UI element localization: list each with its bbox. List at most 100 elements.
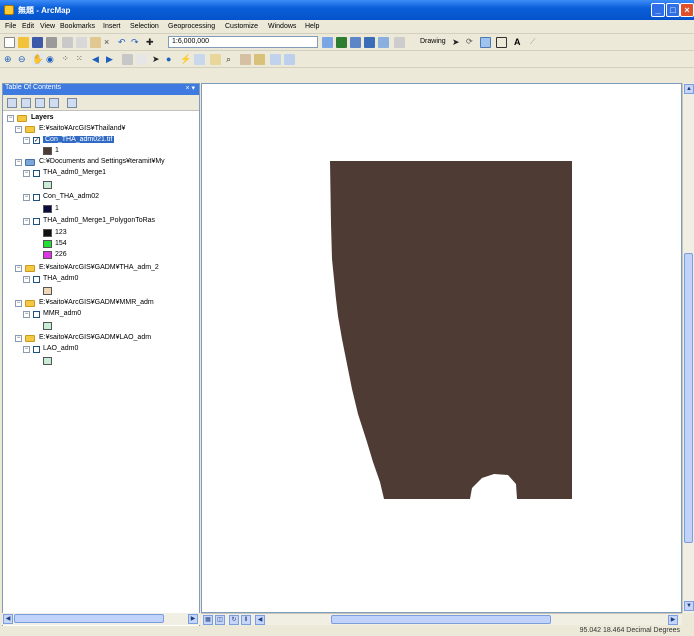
- layout-view-icon[interactable]: ▦: [203, 615, 213, 625]
- rectangle-icon[interactable]: [496, 37, 507, 48]
- layer-name-selected[interactable]: Con_THA_adm021.tif: [43, 136, 115, 143]
- layer-visibility-checkbox[interactable]: [33, 170, 40, 177]
- rotate-icon[interactable]: ⟳: [466, 37, 477, 48]
- layer-visibility-checkbox[interactable]: [33, 311, 40, 318]
- zoom-in-icon[interactable]: ⊕: [4, 54, 15, 65]
- menu-bookmarks[interactable]: Bookmarks: [60, 23, 95, 30]
- map-vertical-scrollbar[interactable]: ▲ ▼: [682, 83, 694, 613]
- group-expander[interactable]: −: [15, 335, 22, 342]
- new-document-icon[interactable]: [4, 37, 15, 48]
- toc-scroll-thumb[interactable]: [14, 614, 164, 623]
- maximize-button[interactable]: □: [666, 3, 680, 17]
- add-data-icon[interactable]: ✚: [146, 37, 157, 48]
- layer-visibility-checkbox[interactable]: [33, 276, 40, 283]
- list-by-drawing-order-icon[interactable]: [7, 98, 17, 108]
- data-frame-name[interactable]: Layers: [31, 114, 54, 121]
- find-icon[interactable]: [210, 54, 221, 65]
- vertical-scroll-thumb[interactable]: [684, 253, 693, 543]
- layer-name[interactable]: THA_adm0_Merge1_PolygonToRas: [43, 217, 155, 224]
- group-path[interactable]: E:¥saito¥ArcGIS¥Thailand¥: [39, 125, 125, 132]
- group-expander[interactable]: −: [15, 159, 22, 166]
- fixed-zoom-in-icon[interactable]: ⁘: [62, 54, 73, 65]
- menu-selection[interactable]: Selection: [130, 23, 159, 30]
- menu-windows[interactable]: Windows: [268, 23, 296, 30]
- clear-selection-icon[interactable]: [136, 54, 147, 65]
- html-popup-icon[interactable]: [194, 54, 205, 65]
- select-elements-icon[interactable]: ➤: [452, 37, 463, 48]
- menu-insert[interactable]: Insert: [103, 23, 121, 30]
- select-pointer-icon[interactable]: ➤: [152, 54, 163, 65]
- go-back-icon[interactable]: ◀: [92, 54, 103, 65]
- hyperlink-icon[interactable]: ⚡: [180, 54, 191, 65]
- toc-options-icon[interactable]: [67, 98, 77, 108]
- horizontal-scroll-thumb[interactable]: [331, 615, 551, 624]
- text-icon[interactable]: A: [514, 37, 525, 48]
- toc-scroll-right-icon[interactable]: ▶: [188, 614, 198, 624]
- layer-expander[interactable]: −: [23, 276, 30, 283]
- toc-horizontal-scrollbar[interactable]: ◀ ▶: [2, 613, 200, 625]
- layer-expander[interactable]: −: [23, 346, 30, 353]
- python-icon[interactable]: [394, 37, 405, 48]
- undo-icon[interactable]: ↶: [118, 37, 129, 48]
- go-forward-icon[interactable]: ▶: [106, 54, 117, 65]
- root-expander[interactable]: −: [7, 115, 14, 122]
- go-to-xy-icon[interactable]: [254, 54, 265, 65]
- table-icon[interactable]: [336, 37, 347, 48]
- editor-icon[interactable]: [322, 37, 333, 48]
- full-extent-icon[interactable]: ◉: [46, 54, 57, 65]
- group-path[interactable]: E:¥saito¥ArcGIS¥GADM¥THA_adm_2: [39, 264, 159, 271]
- layer-visibility-checkbox[interactable]: ✓: [33, 137, 40, 144]
- group-expander[interactable]: −: [15, 300, 22, 307]
- copy-icon[interactable]: [76, 37, 87, 48]
- map-scale-field[interactable]: 1:6,000,000: [168, 36, 318, 48]
- save-icon[interactable]: [32, 37, 43, 48]
- list-by-visibility-icon[interactable]: [35, 98, 45, 108]
- pause-drawing-icon[interactable]: Ⅱ: [241, 615, 251, 625]
- identify-icon[interactable]: ●: [166, 54, 177, 65]
- scroll-left-icon[interactable]: ◀: [255, 615, 265, 625]
- measure-icon[interactable]: [270, 54, 281, 65]
- menu-geoprocessing[interactable]: Geoprocessing: [168, 23, 215, 30]
- pan-icon[interactable]: ✋: [32, 54, 43, 65]
- print-icon[interactable]: [46, 37, 57, 48]
- drawing-menu[interactable]: Drawing: [420, 38, 446, 45]
- menu-file[interactable]: File: [5, 23, 16, 30]
- layer-visibility-checkbox[interactable]: [33, 346, 40, 353]
- menu-view[interactable]: View: [40, 23, 55, 30]
- delete-icon[interactable]: ×: [104, 37, 115, 48]
- route-icon[interactable]: [240, 54, 251, 65]
- layer-name[interactable]: THA_adm0_Merge1: [43, 169, 106, 176]
- minimize-button[interactable]: _: [651, 3, 665, 17]
- group-path[interactable]: E:¥saito¥ArcGIS¥GADM¥MMR_adm: [39, 299, 154, 306]
- list-by-source-icon[interactable]: [21, 98, 31, 108]
- redo-icon[interactable]: ↷: [131, 37, 142, 48]
- data-view-icon[interactable]: ◫: [215, 615, 225, 625]
- layer-name[interactable]: LAO_adm0: [43, 345, 78, 352]
- layer-visibility-checkbox[interactable]: [33, 194, 40, 201]
- layer-expander[interactable]: −: [23, 311, 30, 318]
- group-path[interactable]: C:¥Documents and Settings¥teramit¥My: [39, 158, 165, 165]
- menu-edit[interactable]: Edit: [22, 23, 34, 30]
- layer-name[interactable]: THA_adm0: [43, 275, 78, 282]
- zoom-out-icon[interactable]: ⊖: [18, 54, 29, 65]
- layer-expander[interactable]: −: [23, 218, 30, 225]
- refresh-icon[interactable]: ↻: [229, 615, 239, 625]
- scroll-down-icon[interactable]: ▼: [684, 601, 694, 611]
- menu-help[interactable]: Help: [305, 23, 319, 30]
- line-icon[interactable]: ⟋: [530, 37, 541, 48]
- layer-visibility-checkbox[interactable]: [33, 218, 40, 225]
- map-display[interactable]: [201, 83, 682, 613]
- paste-icon[interactable]: [90, 37, 101, 48]
- select-features-icon[interactable]: [122, 54, 133, 65]
- map-horizontal-scrollbar[interactable]: ▦ ◫ ↻ Ⅱ ◀ ▶: [201, 613, 682, 625]
- time-slider-icon[interactable]: [284, 54, 295, 65]
- arctoolbox-icon[interactable]: [378, 37, 389, 48]
- search-window-icon[interactable]: [364, 37, 375, 48]
- new-text-icon[interactable]: [480, 37, 491, 48]
- toc-close-icon[interactable]: × ▾: [185, 84, 195, 92]
- group-expander[interactable]: −: [15, 126, 22, 133]
- group-expander[interactable]: −: [15, 265, 22, 272]
- cut-icon[interactable]: [62, 37, 73, 48]
- open-icon[interactable]: [18, 37, 29, 48]
- scroll-right-icon[interactable]: ▶: [668, 615, 678, 625]
